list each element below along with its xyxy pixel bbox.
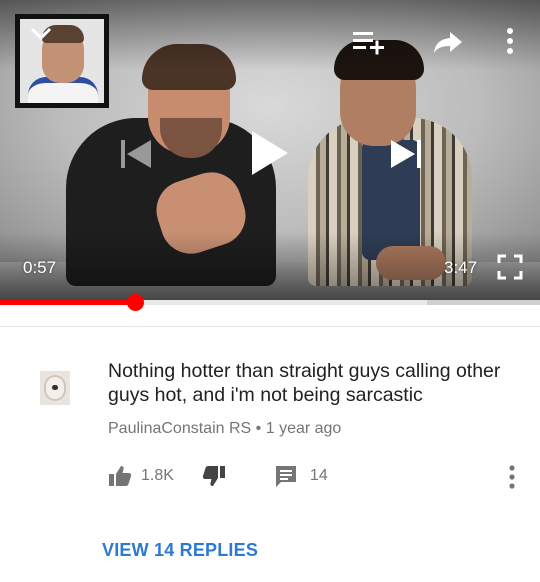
avatar[interactable] xyxy=(40,371,70,405)
seek-bar[interactable] xyxy=(0,294,540,311)
view-replies-link[interactable]: VIEW 14 REPLIES xyxy=(102,540,258,561)
playlist-add-icon[interactable] xyxy=(351,28,385,56)
comment-meta: PaulinaConstain RS • 1 year ago xyxy=(108,420,341,438)
thumbs-down-icon[interactable] xyxy=(202,464,226,488)
play-icon[interactable] xyxy=(246,128,292,178)
comment-author[interactable]: PaulinaConstain RS xyxy=(108,420,251,437)
skip-next-icon[interactable] xyxy=(388,136,424,172)
chevron-down-icon[interactable] xyxy=(28,22,54,44)
comment-age: 1 year ago xyxy=(265,420,342,437)
avatar-dog-nose xyxy=(52,385,58,390)
thumbs-up-icon[interactable] xyxy=(108,464,132,488)
reply-count: 14 xyxy=(309,467,328,484)
comment-actions: 1.8K 14 xyxy=(108,462,328,490)
fullscreen-icon[interactable] xyxy=(496,253,524,281)
like-count: 1.8K xyxy=(141,467,174,484)
divider xyxy=(0,326,540,327)
comment-more-icon[interactable] xyxy=(504,464,520,490)
comment-reply-icon[interactable] xyxy=(274,464,298,488)
more-vert-icon[interactable] xyxy=(500,26,520,56)
played-bar xyxy=(0,300,135,305)
comment-text: Nothing hotter than straight guys callin… xyxy=(108,360,501,406)
seek-handle[interactable] xyxy=(127,294,144,311)
video-player[interactable]: 0:57 3:47 xyxy=(0,0,540,302)
share-icon[interactable] xyxy=(432,28,464,56)
skip-previous-icon[interactable] xyxy=(118,136,154,172)
meta-separator: • xyxy=(255,420,262,437)
current-time: 0:57 xyxy=(23,258,57,277)
total-duration: 3:47 xyxy=(444,258,478,277)
